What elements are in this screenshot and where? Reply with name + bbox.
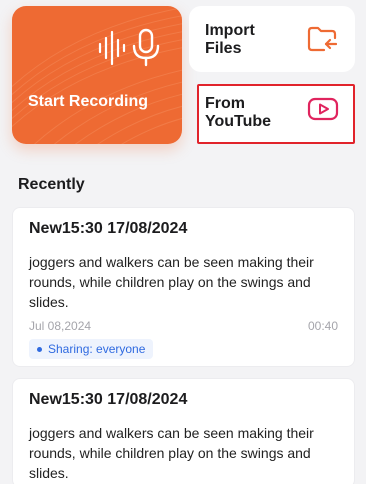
recording-date: Jul 08,2024 (29, 319, 92, 333)
recording-title: New15:30 17/08/2024 (29, 220, 188, 237)
youtube-play-icon (307, 97, 339, 121)
recording-title: New15:30 17/08/2024 (29, 391, 188, 408)
mic-group (96, 28, 176, 68)
waveform-icon (98, 28, 160, 67)
recording-card[interactable]: New15:30 17/08/2024 joggers and walkers … (12, 378, 355, 484)
home-screen: Start Recording Import Files From YouTub… (0, 0, 366, 484)
from-youtube-card[interactable]: From YouTube (197, 84, 355, 144)
sharing-label: Sharing: everyone (48, 342, 146, 356)
start-recording-label: Start Recording (28, 93, 149, 110)
recording-transcript-preview: joggers and walkers can be seen making t… (29, 254, 314, 310)
sharing-badge: Sharing: everyone (29, 339, 154, 359)
start-recording-card[interactable]: Start Recording (12, 6, 182, 144)
microphone-icon (132, 28, 160, 67)
import-files-label: Import Files (205, 22, 255, 57)
wave-pattern-decoration (12, 7, 182, 144)
sharing-dot-icon (37, 346, 42, 352)
folder-import-icon (307, 26, 337, 52)
recording-transcript-preview: joggers and walkers can be seen making t… (29, 425, 314, 481)
from-youtube-label: From YouTube (205, 95, 272, 130)
recording-duration: 00:40 (307, 319, 338, 333)
recording-card[interactable]: New15:30 17/08/2024 joggers and walkers … (12, 207, 355, 367)
import-files-card[interactable]: Import Files (189, 6, 355, 72)
recently-heading: Recently (18, 176, 85, 193)
